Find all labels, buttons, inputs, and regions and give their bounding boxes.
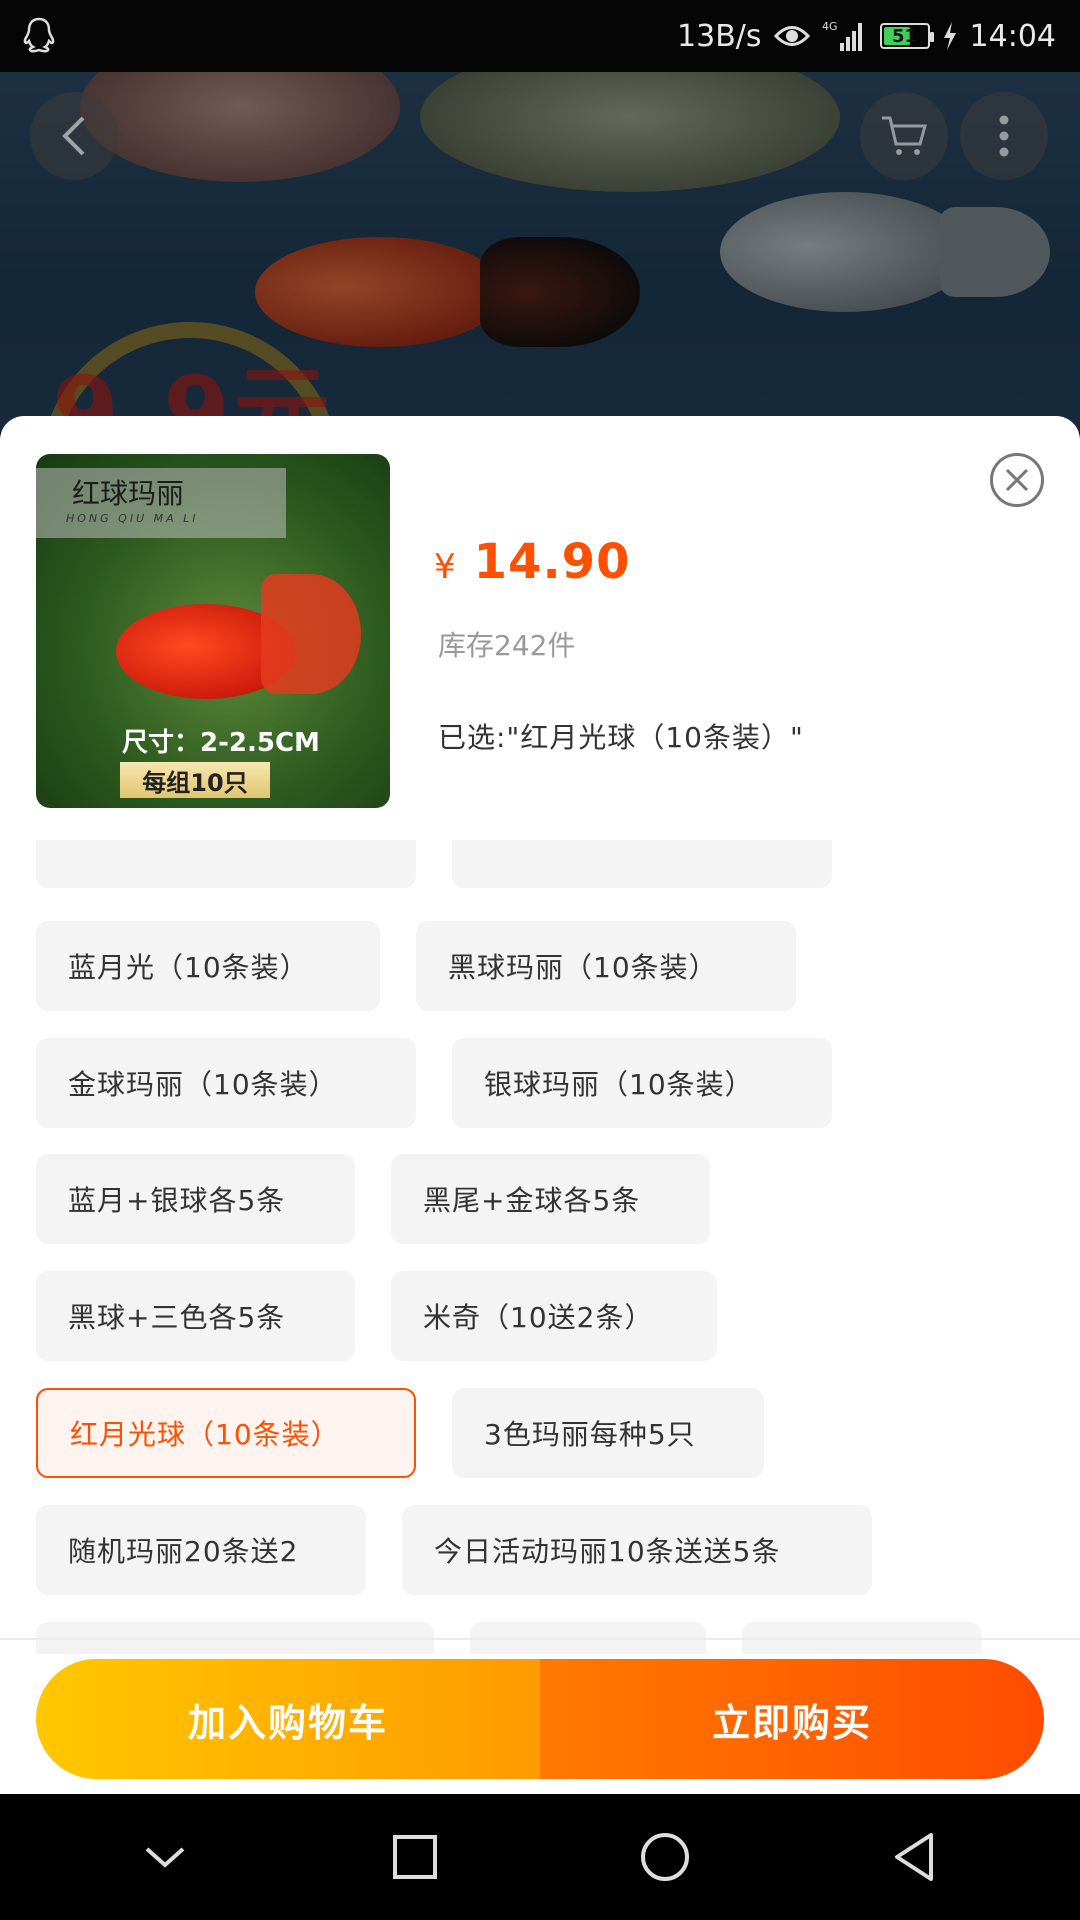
charging-icon bbox=[942, 22, 958, 50]
thumbnail-tag: 每组10只 bbox=[120, 762, 270, 798]
status-right: 13B/s 4G 51 14:04 bbox=[677, 19, 1056, 54]
network-speed: 13B/s bbox=[677, 18, 762, 54]
qq-icon bbox=[22, 17, 56, 55]
close-icon bbox=[1005, 468, 1029, 492]
svg-text:4G: 4G bbox=[822, 20, 838, 33]
sku-option[interactable]: 金球玛丽（10条装） bbox=[36, 1038, 416, 1128]
back-button[interactable] bbox=[30, 92, 118, 180]
add-to-cart-button[interactable]: 加入购物车 bbox=[36, 1659, 540, 1779]
thumbnail-subtitle: HONG QIU MA LI bbox=[66, 512, 199, 525]
close-button[interactable] bbox=[990, 453, 1044, 507]
square-icon bbox=[393, 1835, 437, 1879]
sku-option[interactable]: 黑球玛丽（10条装） bbox=[416, 921, 796, 1011]
action-bar: 加入购物车 立即购买 bbox=[36, 1659, 1044, 1779]
clock: 14:04 bbox=[969, 18, 1056, 54]
signal-icon: 4G bbox=[822, 19, 868, 53]
sku-option[interactable] bbox=[36, 840, 416, 888]
stock-text: 库存242件 bbox=[438, 629, 576, 662]
screen: 13B/s 4G 51 14:04 9.9元 红球玛丽 HONG QIU MA … bbox=[0, 0, 1080, 1920]
thumbnail-size: 尺寸：2-2.5CM bbox=[122, 728, 320, 758]
system-nav-bar bbox=[0, 1794, 1080, 1920]
divider bbox=[0, 1638, 1080, 1640]
price: ¥ 14.90 bbox=[434, 534, 630, 590]
nav-collapse-button[interactable] bbox=[120, 1812, 210, 1902]
sku-option[interactable]: 黑尾+金球各5条 bbox=[391, 1154, 710, 1244]
circle-icon bbox=[641, 1833, 689, 1881]
more-vertical-icon bbox=[999, 115, 1009, 157]
sku-option[interactable]: 今日活动玛丽10条送送5条 bbox=[402, 1505, 872, 1595]
sku-option[interactable]: 蓝月光（10条装） bbox=[36, 921, 380, 1011]
sku-option[interactable]: 米奇（10送2条） bbox=[391, 1271, 717, 1361]
chevron-down-icon bbox=[145, 1847, 185, 1868]
product-thumbnail: 红球玛丽 HONG QIU MA LI 尺寸：2-2.5CM 每组10只 bbox=[36, 454, 390, 808]
battery-icon: 51 bbox=[879, 23, 934, 49]
sku-selector-sheet: 红球玛丽 HONG QIU MA LI 尺寸：2-2.5CM 每组10只 ¥ 1… bbox=[0, 416, 1080, 1794]
currency-symbol: ¥ bbox=[434, 547, 456, 587]
sku-option[interactable]: 随机玛丽20条送2 bbox=[36, 1505, 366, 1595]
sku-option[interactable]: 黑球+三色各5条 bbox=[36, 1271, 355, 1361]
selected-sku-text: 已选:"红月光球（10条装）" bbox=[438, 721, 804, 754]
chevron-left-icon bbox=[62, 116, 85, 156]
cart-button[interactable] bbox=[860, 92, 948, 180]
status-bar: 13B/s 4G 51 14:04 bbox=[0, 0, 1080, 72]
price-value: 14.90 bbox=[473, 534, 631, 590]
nav-home-button[interactable] bbox=[620, 1812, 710, 1902]
more-button[interactable] bbox=[960, 92, 1048, 180]
buy-now-button[interactable]: 立即购买 bbox=[540, 1659, 1044, 1779]
sku-option[interactable]: 蓝月+银球各5条 bbox=[36, 1154, 355, 1244]
cart-icon bbox=[882, 116, 927, 155]
nav-back-button[interactable] bbox=[870, 1812, 960, 1902]
product-hero-image: 9.9元 bbox=[0, 72, 1080, 432]
thumbnail-title: 红球玛丽 bbox=[72, 477, 185, 510]
sku-option[interactable]: 银球玛丽（10条装） bbox=[452, 1038, 832, 1128]
sku-option-selected[interactable]: 红月光球（10条装） bbox=[36, 1388, 416, 1478]
triangle-back-icon bbox=[895, 1833, 933, 1881]
sku-option[interactable]: 3色玛丽每种5只 bbox=[452, 1388, 764, 1478]
sku-option[interactable] bbox=[452, 840, 832, 888]
eye-icon bbox=[773, 23, 810, 49]
sku-options: 蓝月光（10条装） 黑球玛丽（10条装） 金球玛丽（10条装） 银球玛丽（10条… bbox=[0, 840, 1080, 1654]
nav-recents-button[interactable] bbox=[370, 1812, 460, 1902]
